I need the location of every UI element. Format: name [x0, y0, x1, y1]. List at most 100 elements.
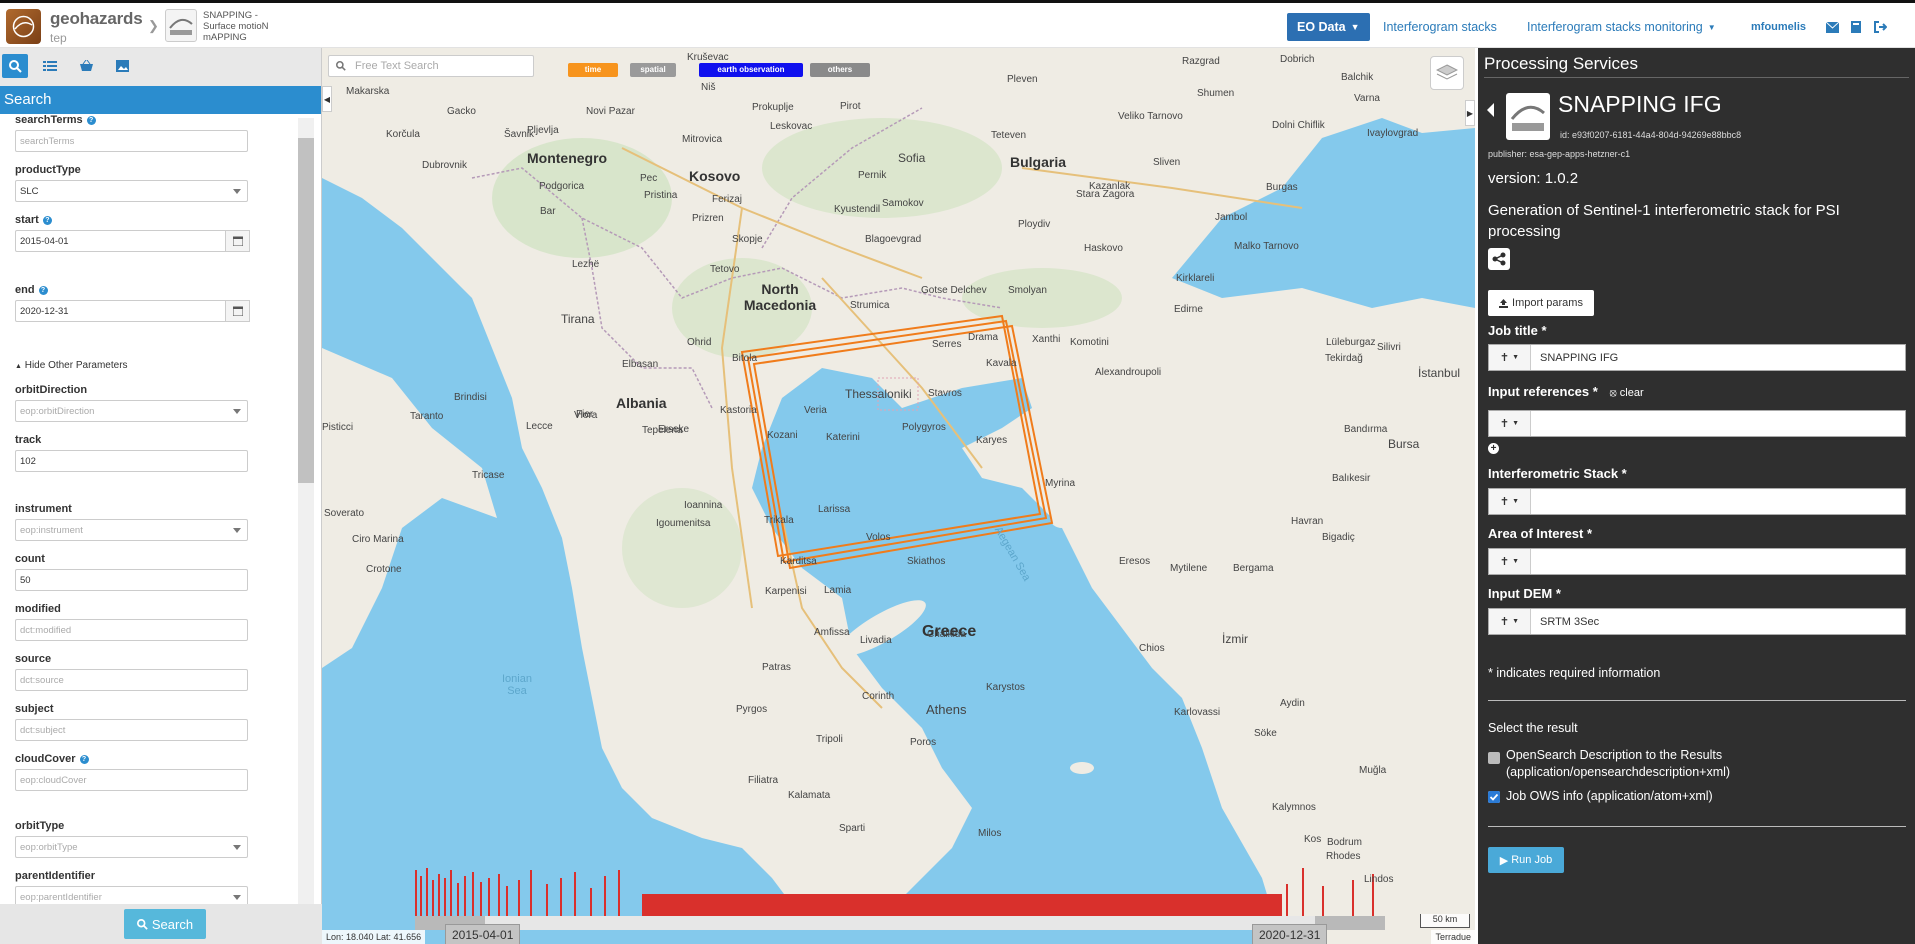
timeline-end-handle[interactable]: 2020-12-31 [1252, 924, 1328, 944]
scrollbar-thumb[interactable] [298, 138, 314, 483]
searchterms-input[interactable]: searchTerms [15, 130, 248, 152]
subject-input[interactable]: dct:subject [15, 719, 248, 741]
book-icon[interactable] [1850, 20, 1864, 34]
mail-icon[interactable] [1826, 20, 1840, 34]
source-input[interactable]: dct:source [15, 669, 248, 691]
filter-chip-others[interactable]: others [810, 63, 870, 77]
map-label-city: Bitola [732, 353, 758, 364]
filter-chip-spatial[interactable]: spatial [630, 63, 676, 77]
map-label-city: Lezhë [572, 259, 600, 270]
map-label-city: Korčula [386, 129, 420, 140]
calendar-icon[interactable] [226, 230, 250, 252]
collapse-left-panel-button[interactable]: ◀ [322, 86, 332, 112]
magic-wand-dropdown[interactable]: ✝ ▼ [1489, 489, 1531, 514]
magic-wand-dropdown[interactable]: ✝ ▼ [1489, 549, 1531, 574]
nav-interferogram-stacks[interactable]: Interferogram stacks [1383, 13, 1497, 41]
end-date-input[interactable]: 2020-12-31 [15, 300, 226, 322]
magic-wand-dropdown[interactable]: ✝ ▼ [1489, 609, 1531, 634]
input-references-field[interactable]: ✝ ▼ [1488, 410, 1906, 437]
map-label-city: Volos [866, 532, 891, 543]
end-label: end [15, 284, 35, 296]
logo-text[interactable]: geohazards [50, 9, 143, 29]
job-title-input[interactable]: SNAPPING IFG [1531, 345, 1627, 370]
job-ows-checkbox[interactable] [1488, 791, 1500, 803]
app-title[interactable]: SNAPPING - Surface motioN mAPPING [203, 10, 288, 43]
map-view[interactable]: Montenegro Kosovo Bulgaria North Macedon… [322, 48, 1475, 944]
count-label: count [15, 553, 45, 565]
map-label-city: Karpenisi [765, 586, 807, 597]
collapse-right-panel-button[interactable]: ▶ [1465, 100, 1475, 126]
help-icon[interactable]: ? [79, 754, 89, 764]
filter-chip-time[interactable]: time [568, 63, 618, 77]
modified-input[interactable]: dct:modified [15, 619, 248, 641]
search-button[interactable]: Search [124, 909, 206, 939]
tab-basket[interactable] [73, 54, 99, 78]
search-button-bar: Search [0, 904, 322, 944]
job-title-field[interactable]: ✝ ▼ SNAPPING IFG [1488, 344, 1906, 371]
scale-bar: 50 km [1420, 914, 1470, 928]
help-icon[interactable]: ? [38, 285, 48, 295]
magic-wand-dropdown[interactable]: ✝ ▼ [1489, 345, 1531, 370]
input-dem-field[interactable]: ✝ ▼ SRTM 3Sec [1488, 608, 1906, 635]
map-label-city: Gotse Delchev [921, 285, 987, 296]
tab-features[interactable] [109, 54, 135, 78]
timeline-start-handle[interactable]: 2015-04-01 [445, 924, 521, 944]
layers-button[interactable] [1430, 56, 1464, 90]
map-label-city: Livadia [860, 635, 892, 646]
input-references-input[interactable] [1531, 411, 1549, 436]
help-icon[interactable]: ? [86, 115, 96, 125]
user-menu[interactable]: mfoumelis [1751, 13, 1806, 41]
add-reference-icon[interactable]: + [1488, 443, 1499, 454]
map-label-city: Brindisi [454, 392, 487, 403]
cloudcover-label: cloudCover [15, 753, 76, 765]
parentidentifier-select[interactable]: eop:parentIdentifier [15, 886, 248, 904]
map-label-city: Pirot [840, 101, 861, 112]
map-label-city: Pristina [644, 190, 678, 201]
start-date-input[interactable]: 2015-04-01 [15, 230, 226, 252]
input-dem-input[interactable]: SRTM 3Sec [1531, 609, 1608, 634]
area-of-interest-input[interactable] [1531, 549, 1549, 574]
free-text-search-input[interactable]: Free Text Search [328, 55, 534, 77]
sign-out-icon[interactable] [1874, 20, 1888, 34]
share-button[interactable] [1488, 248, 1510, 270]
timeline-slider[interactable]: 2015-04-01 2020-12-31 [415, 868, 1385, 944]
track-input[interactable]: 102 [15, 450, 248, 472]
left-tab-bar [0, 48, 321, 86]
field-parentidentifier: parentIdentifier eop:parentIdentifier [15, 870, 248, 904]
parentidentifier-label: parentIdentifier [15, 870, 96, 882]
search-icon [336, 61, 346, 71]
hide-other-parameters-link[interactable]: ▲ Hide Other Parameters [15, 360, 128, 371]
caret-down-icon: ▼ [1707, 22, 1716, 32]
play-circle-icon: ▶ [1499, 854, 1509, 867]
filter-chip-earth-observation[interactable]: earth observation [699, 63, 803, 77]
tab-results-list[interactable] [37, 54, 63, 78]
nav-interferogram-monitoring[interactable]: Interferogram stacks monitoring ▼ [1527, 13, 1716, 41]
import-params-label: Import params [1512, 297, 1583, 309]
map-label-city: Kozani [767, 430, 798, 441]
help-icon[interactable]: ? [42, 215, 52, 225]
tab-search[interactable] [2, 54, 28, 78]
map-attribution[interactable]: Terradue [1431, 930, 1475, 944]
eo-data-dropdown[interactable]: EO Data ▼ [1287, 13, 1370, 41]
orbittype-select[interactable]: eop:orbitType [15, 836, 248, 858]
run-job-button[interactable]: ▶ Run Job [1488, 847, 1564, 873]
clear-link[interactable]: ⦻ clear [1609, 387, 1643, 399]
magic-wand-dropdown[interactable]: ✝ ▼ [1489, 411, 1531, 436]
count-input[interactable]: 50 [15, 569, 248, 591]
cloudcover-input[interactable]: eop:cloudCover [15, 769, 248, 791]
interferometric-stack-input[interactable] [1531, 489, 1549, 514]
interferometric-stack-field[interactable]: ✝ ▼ [1488, 488, 1906, 515]
opensearch-result-checkbox[interactable] [1488, 752, 1500, 764]
map-label-city: Kalymnos [1272, 802, 1316, 813]
map-label-city: Varna [1354, 93, 1380, 104]
back-arrow-icon[interactable] [1487, 103, 1494, 117]
instrument-select[interactable]: eop:instrument [15, 519, 248, 541]
calendar-icon[interactable] [226, 300, 250, 322]
timeline-selection[interactable] [485, 916, 1315, 930]
producttype-select[interactable]: SLC [15, 180, 248, 202]
area-of-interest-field[interactable]: ✝ ▼ [1488, 548, 1906, 575]
geohazards-logo[interactable] [6, 9, 41, 44]
map-label-city: Eresos [1119, 556, 1151, 567]
import-params-button[interactable]: Import params [1488, 290, 1594, 316]
orbitdirection-select[interactable]: eop:orbitDirection [15, 400, 248, 422]
